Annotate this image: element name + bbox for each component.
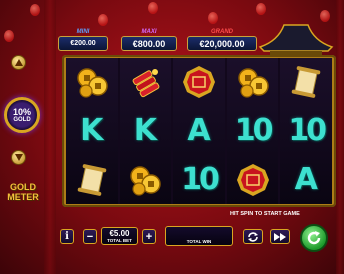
turbo-button[interactable] (270, 229, 290, 244)
reel-3: A 10 (173, 58, 225, 204)
total-win-panel: TOTAL WIN (165, 226, 233, 246)
plus-icon: + (145, 230, 153, 243)
gold-meter-title-line2: METER (7, 192, 39, 202)
gold-meter-word: GOLD (13, 117, 31, 123)
total-bet-value: €5.00 (109, 229, 130, 238)
scroll-icon (77, 163, 107, 196)
pagoda-roof-ornament (258, 24, 334, 57)
letter-a-symbol: A (187, 112, 211, 148)
info-icon: i (65, 231, 69, 242)
left-pillar (44, 0, 56, 274)
symbol-cell: 10 (173, 155, 225, 204)
bet-decrease-button[interactable]: − (83, 229, 97, 244)
symbol-cell: 10 (280, 107, 332, 156)
lantern-decoration (208, 12, 218, 24)
symbol-cell: 10 (227, 107, 279, 156)
total-bet-panel: €5.00 TOTAL BET (101, 227, 138, 245)
meter-down-button[interactable] (11, 150, 26, 165)
gold-meter-percent: 10% (12, 107, 31, 117)
autoplay-icon (248, 231, 258, 242)
lantern-decoration (4, 30, 14, 42)
red-badge-symbol (173, 58, 225, 107)
jackpot-grand-value: €20,000.00 (199, 38, 245, 49)
autoplay-button[interactable] (243, 229, 263, 244)
red-badge-symbol (227, 155, 279, 204)
lantern-decoration (98, 14, 108, 26)
total-bet-label: TOTAL BET (107, 238, 132, 243)
arrow-up-icon (14, 59, 23, 66)
arrow-down-icon (14, 154, 23, 161)
lantern-decoration (30, 4, 40, 16)
jackpot-maxi-label: MAXI (141, 29, 157, 35)
meter-up-button[interactable] (11, 55, 26, 70)
symbol-cell: K (120, 107, 172, 156)
jackpot-maxi-value: €800.00 (132, 38, 166, 49)
reel-area: K K A 10 10 10 A (66, 58, 332, 204)
symbol-cell: A (173, 107, 225, 156)
symbol-cell: A (280, 155, 332, 204)
fast-forward-icon (274, 232, 286, 241)
info-button[interactable]: i (60, 229, 74, 244)
jackpot-mini-label: MINI (76, 29, 90, 35)
spin-arrow-icon (307, 231, 321, 245)
letter-10-symbol: 10 (288, 112, 327, 148)
letter-k-symbol: K (80, 112, 104, 148)
minus-icon: − (86, 230, 94, 243)
jackpot-grand: GRAND €20,000.00 (187, 29, 257, 51)
scroll-symbol (66, 155, 118, 204)
firecrackers-icon (132, 69, 160, 98)
coins-symbol (227, 58, 279, 107)
firecrackers-symbol (120, 58, 172, 107)
bet-increase-button[interactable]: + (142, 229, 156, 244)
reel-4: 10 (226, 58, 279, 204)
letter-10-symbol: 10 (234, 112, 274, 148)
letter-a-symbol: A (294, 161, 318, 197)
letter-k-symbol: K (133, 112, 158, 148)
coins-icon (77, 68, 108, 98)
coins-symbol (66, 58, 118, 107)
jackpot-mini-value: €200.00 (70, 40, 96, 47)
lantern-decoration (148, 2, 158, 14)
coins-symbol (120, 155, 172, 204)
lantern-decoration (256, 3, 266, 15)
gold-meter-title-line1: GOLD (10, 182, 36, 192)
coins-icon (130, 165, 162, 196)
red-badge-icon (236, 163, 269, 196)
total-win-label: TOTAL WIN (186, 239, 212, 244)
jackpot-maxi: MAXI €800.00 (121, 29, 177, 51)
spin-hint-text: HIT SPIN TO START GAME (230, 211, 300, 217)
jackpot-grand-label: GRAND (211, 29, 233, 35)
gold-meter-title: GOLD METER (4, 182, 42, 202)
jackpot-mini: MINI €200.00 (58, 29, 108, 51)
coins-icon (237, 68, 269, 98)
scroll-icon (291, 66, 321, 99)
symbol-cell: K (66, 107, 118, 156)
spin-button[interactable] (300, 224, 328, 252)
right-pillar (336, 0, 344, 274)
scroll-symbol (280, 58, 332, 107)
red-badge-icon (182, 66, 215, 99)
reel-1: K (66, 58, 118, 204)
reel-2: K (119, 58, 172, 204)
reel-5: 10 A (280, 58, 332, 204)
letter-10-symbol: 10 (181, 161, 220, 197)
gold-meter-circle: 10% GOLD (4, 97, 40, 133)
